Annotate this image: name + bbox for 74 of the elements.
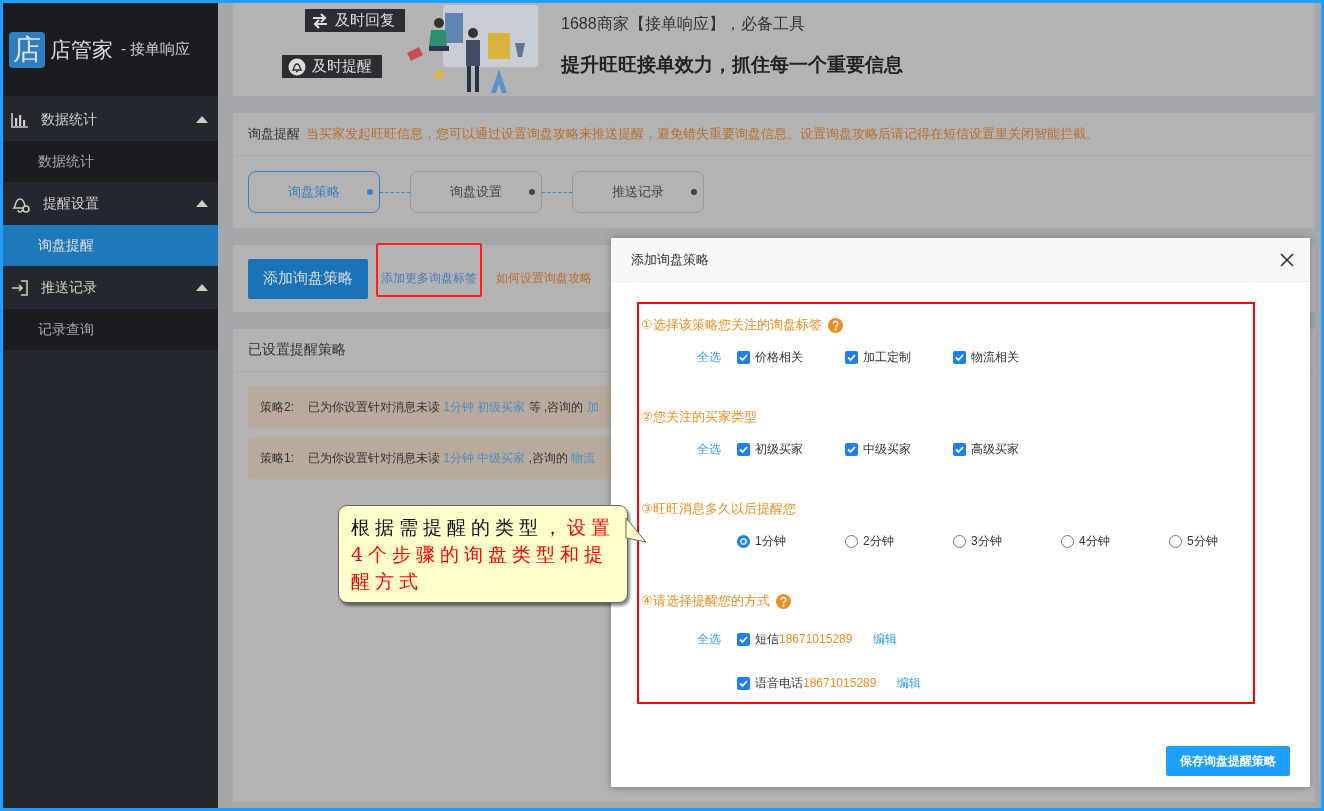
option-label: 1分钟 xyxy=(755,532,786,550)
policy-link[interactable]: 加 xyxy=(586,399,599,414)
option-label: 语音电话18671015289 xyxy=(755,674,877,692)
checkbox[interactable] xyxy=(845,350,858,364)
radio-button[interactable] xyxy=(845,534,858,548)
link[interactable]: 如何设置询盘攻略 xyxy=(496,271,592,285)
option-label: 2分钟 xyxy=(863,532,894,550)
checkbox[interactable] xyxy=(845,442,858,456)
step-tab[interactable]: 询盘设置 xyxy=(410,171,542,213)
link[interactable]: 添加更多询盘标签 xyxy=(381,271,477,285)
logo-icon: 店 xyxy=(9,31,45,68)
option-label: 价格相关 xyxy=(755,348,803,366)
feature-tag: 及时回复 xyxy=(305,9,405,32)
policy-text: 已为你设置针对消息未读 1分钟 中级买家 ,咨询的 物流 xyxy=(308,449,596,467)
save-button[interactable]: 保存询盘提醒策略 xyxy=(1166,746,1290,776)
option-label: 短信18671015289 xyxy=(755,630,853,648)
bell-icon xyxy=(288,57,306,76)
policy-link[interactable]: 物流 xyxy=(571,450,596,465)
option-label: 物流相关 xyxy=(971,348,1019,366)
option-label: 3分钟 xyxy=(971,532,1002,550)
checkbox[interactable] xyxy=(737,442,750,456)
step-tab[interactable]: 推送记录 xyxy=(572,171,704,213)
edit-link[interactable]: 编辑 xyxy=(873,630,898,648)
policy-link[interactable]: 初级买家 xyxy=(477,399,526,414)
help-icon[interactable] xyxy=(827,317,843,333)
radio-button[interactable] xyxy=(1061,534,1074,548)
edit-link[interactable]: 编辑 xyxy=(897,674,922,692)
radio-button[interactable] xyxy=(1169,534,1182,548)
radio-button[interactable] xyxy=(737,534,750,548)
option-label: 高级买家 xyxy=(971,440,1019,458)
checkbox[interactable] xyxy=(737,632,750,646)
banner-headline: 提升旺旺接单效力，抓住每一个重要信息 xyxy=(561,53,903,77)
select-all-link[interactable]: 全选 xyxy=(697,630,737,648)
section-title: ③旺旺消息多久以后提醒您 xyxy=(641,500,796,518)
sign-in-icon xyxy=(11,279,29,296)
brand-name: 店管家 xyxy=(50,36,113,63)
policy-link[interactable]: 1分钟 xyxy=(443,450,475,465)
section-title: ④请选择提醒您的方式 xyxy=(641,592,770,610)
checkbox[interactable] xyxy=(737,350,750,364)
dialog-title: 添加询盘策略 xyxy=(631,250,709,269)
option-label: 初级买家 xyxy=(755,440,803,458)
select-all-link[interactable]: 全选 xyxy=(697,348,737,366)
menu-item[interactable]: 记录查询 xyxy=(3,309,218,350)
add-strategy-button[interactable]: 添加询盘策略 xyxy=(248,258,368,299)
notice-label: 询盘提醒 xyxy=(248,125,300,143)
select-all-link[interactable]: 全选 xyxy=(697,440,737,458)
policy-label: 策略2: xyxy=(260,398,294,416)
feature-tag: 及时提醒 xyxy=(282,55,382,78)
policy-label: 策略1: xyxy=(260,449,294,467)
checkbox[interactable] xyxy=(737,676,750,690)
menu-item[interactable]: 数据统计 xyxy=(3,141,218,182)
checkbox[interactable] xyxy=(953,442,966,456)
option-label: 4分钟 xyxy=(1079,532,1110,550)
help-icon[interactable] xyxy=(775,593,791,609)
step-tab[interactable]: 询盘策略 xyxy=(248,171,380,213)
radio-button[interactable] xyxy=(953,534,966,548)
swap-arrows-icon xyxy=(311,11,329,30)
policy-text: 已为你设置针对消息未读 1分钟 初级买家 等 ,咨询的 加 xyxy=(308,398,599,416)
option-label: 加工定制 xyxy=(863,348,911,366)
notice-text: 当买家发起旺旺信息，您可以通过设置询盘攻略来推送提醒，避免错失重要询盘信息。设置询盘攻略后请记得在短信设置里关闭智能拦截。 xyxy=(306,125,1099,143)
policy-link[interactable]: 中级买家 xyxy=(477,450,526,465)
section-title: ②您关注的买家类型 xyxy=(641,408,757,426)
checkbox[interactable] xyxy=(953,350,966,364)
brand-subtitle: - 接单响应 xyxy=(121,40,191,59)
section-title: ①选择该策略您关注的询盘标签 xyxy=(641,316,822,334)
policy-link[interactable]: 1分钟 xyxy=(443,399,475,414)
option-label: 中级买家 xyxy=(863,440,911,458)
menu-item[interactable]: 询盘提醒 xyxy=(3,225,218,266)
close-icon[interactable] xyxy=(1280,252,1294,267)
option-label: 5分钟 xyxy=(1187,532,1218,550)
section-title: 已设置提醒策略 xyxy=(248,341,346,359)
bar-chart-icon xyxy=(11,111,29,128)
callout-text: 根据需提醒的类型，设置4个步骤的询盘类型和提醒方式 xyxy=(351,515,616,594)
banner-subtitle: 1688商家【接单响应】，必备工具 xyxy=(561,14,806,34)
